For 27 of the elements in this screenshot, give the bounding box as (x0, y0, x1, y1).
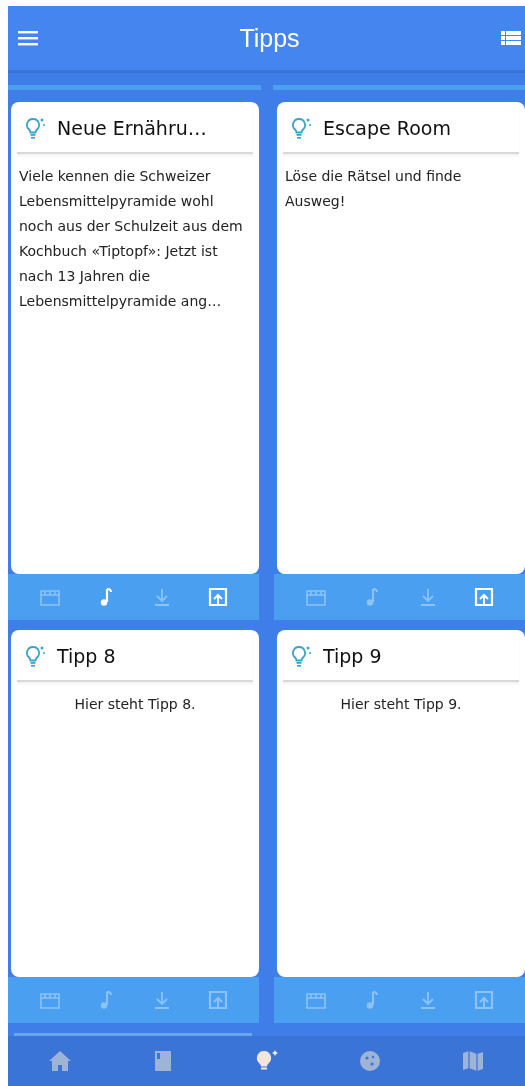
upload-icon[interactable] (472, 587, 495, 607)
lightbulb-icon (25, 116, 47, 140)
upload-icon[interactable] (206, 587, 229, 607)
card-title: Escape Room (323, 117, 451, 139)
card-title: Tipp 8 (57, 645, 116, 667)
lightbulb-icon (291, 644, 313, 668)
clapperboard-icon[interactable] (38, 587, 61, 607)
list-icon[interactable] (501, 30, 521, 46)
lightbulb-icon (25, 644, 47, 668)
tip-card[interactable]: Neue Ernähru… Viele kennen die Schweizer Lebensmittelpyramide wohl noch aus der Schulzeit aus dem Kochbuch «Tiptopf»: Jetzt ist nach 13 Jahren die Lebensmittelpyramide ang… (11, 102, 259, 574)
upload-icon[interactable] (472, 990, 495, 1010)
card-title: Tipp 9 (323, 645, 382, 667)
menu-icon[interactable] (18, 30, 38, 46)
card-text: Löse die Rätsel und finde Ausweg! (284, 167, 463, 211)
card-text: Hier steht Tipp 9. (339, 695, 463, 714)
tip-card[interactable]: Escape Room Löse die Rätsel und finde Ausweg! (277, 102, 525, 574)
clapperboard-icon[interactable] (304, 587, 327, 607)
clapperboard-icon[interactable] (304, 990, 327, 1010)
tip-card[interactable]: Tipp 9 Hier steht Tipp 9. (277, 630, 525, 977)
upload-icon[interactable] (206, 990, 229, 1010)
card-text: Hier steht Tipp 8. (73, 695, 197, 714)
app-title: Tipps (239, 23, 300, 53)
card-title: Neue Ernähru… (57, 117, 207, 139)
clapperboard-icon[interactable] (38, 990, 61, 1010)
tip-card[interactable]: Tipp 8 Hier steht Tipp 8. (11, 630, 259, 977)
card-text: Viele kennen die Schweizer Lebensmittelpyramide wohl noch aus der Schulzeit aus dem Kochbuch «Tiptopf»: Jetzt ist nach 13 Jahren die Lebensmittelpyramide ang… (18, 167, 244, 311)
lightbulb-icon (291, 116, 313, 140)
